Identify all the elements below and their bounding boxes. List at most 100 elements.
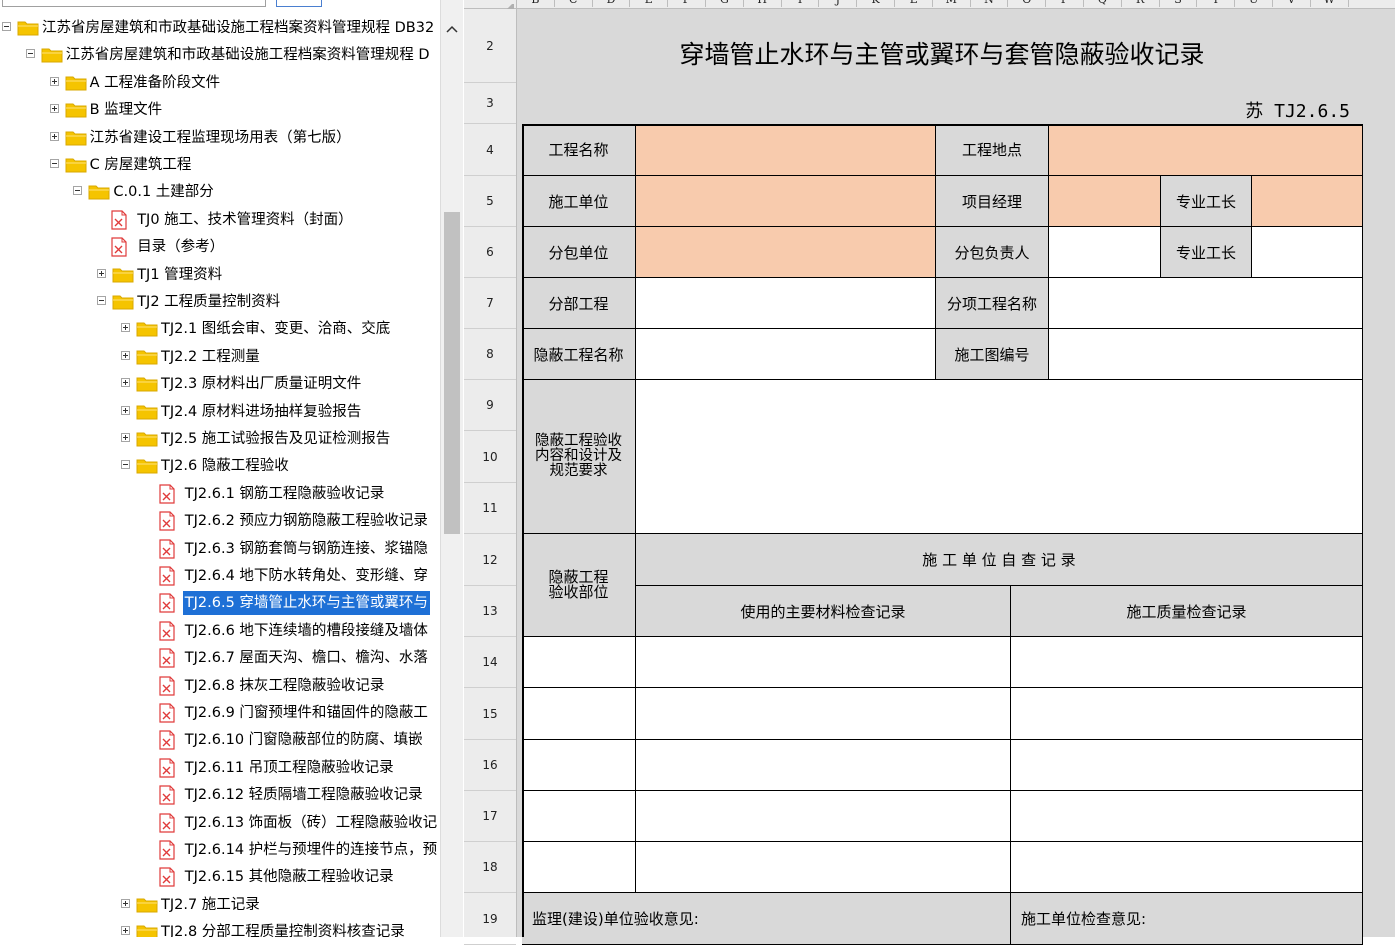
record-quality-cell[interactable] — [1011, 791, 1363, 842]
row-header[interactable]: 2 — [464, 9, 516, 83]
column-header[interactable]: R — [1122, 0, 1160, 7]
tree-node[interactable]: TJ2.7 施工记录 — [121, 892, 440, 918]
row-header[interactable]: 7 — [464, 278, 516, 329]
row-header[interactable]: 11 — [464, 483, 516, 534]
record-location-cell[interactable] — [522, 842, 636, 893]
tree-scrollbar[interactable] — [440, 0, 463, 937]
record-location-cell[interactable] — [522, 791, 636, 842]
tree-node[interactable]: TJ0 施工、技术管理资料（封面） — [97, 207, 440, 233]
tree-node[interactable]: 江苏省房屋建筑和市政基础设施工程档案资料管理规程 DB32 — [2, 15, 440, 41]
column-header[interactable]: S — [1160, 0, 1198, 7]
collapse-icon[interactable] — [73, 186, 83, 196]
row-header[interactable]: 6 — [464, 227, 516, 278]
tree-node[interactable]: TJ2.6 隐蔽工程验收 — [121, 453, 440, 479]
record-material-cell[interactable] — [636, 740, 1011, 791]
tree-node[interactable]: TJ2.6.11 吊顶工程隐蔽验收记录 — [145, 755, 440, 781]
column-header[interactable]: N — [971, 0, 1009, 7]
tree-node[interactable]: TJ2.6.6 地下连续墙的槽段接缝及墙体 — [145, 618, 440, 644]
column-header[interactable]: I — [782, 0, 820, 7]
row-header[interactable]: 14 — [464, 637, 516, 688]
row-header[interactable]: 8 — [464, 329, 516, 380]
scrollbar-thumb[interactable] — [444, 212, 460, 534]
scroll-up-arrow-icon[interactable] — [445, 24, 459, 34]
column-header[interactable]: P — [1046, 0, 1084, 7]
row-header[interactable]: 17 — [464, 791, 516, 842]
tree-nav-arrows-icon[interactable] — [336, 0, 440, 2]
expand-icon[interactable] — [121, 898, 130, 908]
search-input[interactable] — [2, 0, 266, 7]
column-header[interactable]: G — [706, 0, 744, 7]
row-header[interactable]: 12 — [464, 534, 516, 586]
tree-node[interactable]: TJ2.6.15 其他隐蔽工程验收记录 — [145, 864, 440, 890]
row-header[interactable]: 15 — [464, 688, 516, 740]
project-location-field[interactable] — [1049, 124, 1363, 176]
tree-node[interactable]: TJ2.6.2 预应力钢筋隐蔽工程验收记录 — [145, 508, 440, 534]
tree-node[interactable]: TJ2.2 工程测量 — [121, 344, 440, 370]
column-header[interactable]: B — [517, 0, 555, 7]
expand-icon[interactable] — [49, 104, 59, 114]
division-field[interactable] — [636, 278, 936, 329]
subitem-field[interactable] — [1049, 278, 1363, 329]
tree-node[interactable]: 江苏省房屋建筑和市政基础设施工程档案资料管理规程 D — [25, 42, 440, 68]
tree-node[interactable]: 目录（参考） — [97, 234, 440, 260]
tree-node[interactable]: TJ2.6.7 屋面天沟、檐口、檐沟、水落 — [145, 645, 440, 671]
search-icon[interactable] — [244, 0, 258, 2]
content-requirements-field[interactable] — [636, 380, 1363, 534]
record-quality-cell[interactable] — [1011, 637, 1363, 688]
row-header[interactable]: 5 — [464, 176, 516, 227]
sub-foreman-field[interactable] — [1252, 227, 1363, 278]
tree-node[interactable]: TJ2.6.10 门窗隐蔽部位的防腐、填嵌 — [145, 727, 440, 753]
tree-node[interactable]: TJ2.6.3 钢筋套筒与钢筋连接、浆锚隐 — [145, 536, 440, 562]
expand-icon[interactable] — [121, 350, 130, 360]
tree-node[interactable]: TJ2.4 原材料进场抽样复验报告 — [121, 399, 440, 425]
row-header[interactable]: 3 — [464, 83, 516, 124]
tree-node[interactable]: TJ2.1 图纸会审、变更、洽商、交底 — [121, 316, 440, 342]
row-header[interactable]: 10 — [464, 431, 516, 483]
column-header[interactable]: D — [593, 0, 631, 7]
column-header[interactable]: W — [1311, 0, 1349, 7]
contractor-field[interactable] — [636, 176, 936, 227]
column-header[interactable]: M — [933, 0, 971, 7]
tree-node[interactable]: TJ2.6.8 抹灰工程隐蔽验收记录 — [145, 673, 440, 699]
record-location-cell[interactable] — [522, 688, 636, 740]
collapse-icon[interactable] — [25, 49, 35, 59]
subcontractor-field[interactable] — [636, 227, 936, 278]
project-manager-field[interactable] — [1049, 176, 1161, 227]
record-quality-cell[interactable] — [1011, 842, 1363, 893]
search-button[interactable] — [276, 0, 322, 7]
tree-node[interactable]: B 监理文件 — [49, 97, 440, 123]
foreman-field[interactable] — [1252, 176, 1363, 227]
expand-icon[interactable] — [49, 76, 59, 86]
tree-node[interactable]: TJ2.6.1 钢筋工程隐蔽验收记录 — [145, 481, 440, 507]
expand-icon[interactable] — [49, 131, 59, 141]
expand-icon[interactable] — [97, 268, 107, 278]
row-header[interactable]: 16 — [464, 740, 516, 791]
expand-icon[interactable] — [121, 405, 130, 415]
record-material-cell[interactable] — [636, 842, 1011, 893]
record-material-cell[interactable] — [636, 791, 1011, 842]
record-location-cell[interactable] — [522, 637, 636, 688]
column-header[interactable]: L — [895, 0, 933, 7]
record-location-cell[interactable] — [522, 740, 636, 791]
project-name-field[interactable] — [636, 124, 936, 176]
select-all-corner[interactable] — [464, 0, 517, 12]
column-header[interactable]: F — [668, 0, 706, 7]
record-quality-cell[interactable] — [1011, 688, 1363, 740]
column-header[interactable]: K — [857, 0, 895, 7]
expand-icon[interactable] — [121, 926, 130, 936]
tree-node[interactable]: TJ2.8 分部工程质量控制资料核查记录 — [121, 919, 440, 937]
tree-node[interactable]: TJ2.5 施工试验报告及见证检测报告 — [121, 426, 440, 452]
tree-node[interactable]: TJ1 管理资料 — [97, 262, 440, 288]
tree-node[interactable]: TJ2.3 原材料出厂质量证明文件 — [121, 371, 440, 397]
tree-node[interactable]: TJ2.6.5 穿墙管止水环与主管或翼环与 — [145, 590, 440, 616]
row-header[interactable]: 4 — [464, 124, 516, 176]
record-material-cell[interactable] — [636, 637, 1011, 688]
tree-node[interactable]: TJ2.6.12 轻质隔墙工程隐蔽验收记录 — [145, 782, 440, 808]
collapse-icon[interactable] — [2, 22, 11, 31]
tree-node[interactable]: 江苏省建设工程监理现场用表（第七版） — [49, 125, 440, 151]
column-header[interactable]: C — [555, 0, 593, 7]
column-header[interactable]: V — [1273, 0, 1311, 7]
column-header[interactable]: H — [744, 0, 782, 7]
drawing-no-field[interactable] — [1049, 329, 1363, 380]
tree-node[interactable]: TJ2.6.9 门窗预埋件和锚固件的隐蔽工 — [145, 700, 440, 726]
